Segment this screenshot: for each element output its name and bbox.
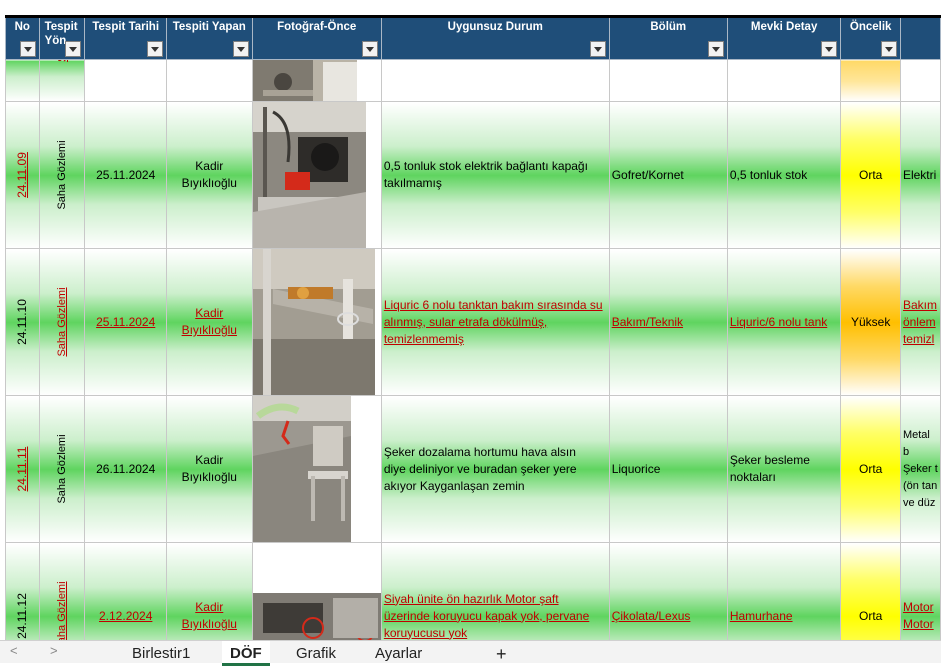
table-row: 24.11.09 Saha Gözlemi 25.11.2024 Kadir B… xyxy=(5,101,941,249)
filter-dropdown-icon[interactable] xyxy=(232,41,249,57)
cell-photo[interactable] xyxy=(251,542,382,640)
header-bolum[interactable]: Bölüm xyxy=(608,15,728,60)
header-next[interactable] xyxy=(899,15,941,60)
cell-next[interactable]: Metal b Şeker t (ön tan ve düz xyxy=(899,395,941,543)
cell-next[interactable]: Elektri xyxy=(899,101,941,249)
filter-dropdown-icon[interactable] xyxy=(589,41,606,57)
cell-durum[interactable] xyxy=(380,59,610,102)
cell-bolum[interactable] xyxy=(608,59,728,102)
cell-yapan[interactable]: Kadir Bıyıklıoğlu xyxy=(165,542,253,640)
cell-yapan[interactable]: Kadir Bıyıklıoğlu xyxy=(165,248,253,396)
cell-photo[interactable] xyxy=(251,101,382,249)
table-row: 24.11.12 Saha Gözlemi 2.12.2024 Kadir Bı… xyxy=(5,542,941,640)
prev-sheet-icon[interactable]: < xyxy=(10,643,18,658)
photo-thumbnail[interactable] xyxy=(253,249,375,395)
dof-table: No Tespit Yön Tespit Tarihi Tespiti Yapa… xyxy=(5,15,941,640)
cell-no[interactable] xyxy=(5,59,40,102)
cell-photo[interactable] xyxy=(251,59,382,102)
header-row: No Tespit Yön Tespit Tarihi Tespiti Yapa… xyxy=(5,15,941,60)
cell-no[interactable]: 24.11.10 xyxy=(5,248,40,396)
cell-yapan[interactable]: Kadir Bıyıklıoğlu xyxy=(165,101,253,249)
cell-bolum[interactable]: Liquorice xyxy=(608,395,728,543)
header-fotograf-once[interactable]: Fotoğraf-Önce xyxy=(251,15,382,60)
header-tespit-tarihi[interactable]: Tespit Tarihi xyxy=(84,15,167,60)
cell-bolum[interactable]: Bakım/Teknik xyxy=(608,248,728,396)
next-sheet-icon[interactable]: > xyxy=(50,643,58,658)
tab-birlestir1[interactable]: Birlestir1 xyxy=(132,641,190,663)
cell-durum[interactable]: Şeker dozalama hortumu hava alsın diye d… xyxy=(380,395,610,543)
photo-thumbnail[interactable] xyxy=(253,60,357,101)
filter-dropdown-icon[interactable] xyxy=(361,41,378,57)
header-uygunsuz-durum[interactable]: Uygunsuz Durum xyxy=(380,15,610,60)
cell-mevki[interactable]: Şeker besleme noktaları xyxy=(726,395,842,543)
cell-mevki[interactable]: Hamurhane xyxy=(726,542,842,640)
table-row-partial: S xyxy=(5,59,941,102)
photo-thumbnail[interactable] xyxy=(253,543,382,640)
cell-mevki[interactable] xyxy=(726,59,842,102)
cell-yontem[interactable]: S xyxy=(38,59,86,102)
cell-oncelik[interactable]: Orta xyxy=(840,542,901,640)
cell-mevki[interactable]: Liquric/6 nolu tank xyxy=(726,248,842,396)
cell-tarih[interactable]: 25.11.2024 xyxy=(84,101,167,249)
filter-dropdown-icon[interactable] xyxy=(146,41,163,57)
cell-photo[interactable] xyxy=(251,395,382,543)
cell-bolum[interactable]: Gofret/Kornet xyxy=(608,101,728,249)
table-row: 24.11.10 Saha Gözlemi 25.11.2024 Kadir B… xyxy=(5,248,941,396)
cell-tarih[interactable] xyxy=(84,59,167,102)
filter-dropdown-icon[interactable] xyxy=(880,41,897,57)
cell-no[interactable]: 24.11.09 xyxy=(5,101,40,249)
cell-oncelik[interactable] xyxy=(840,59,901,102)
filter-dropdown-icon[interactable] xyxy=(707,41,724,57)
header-tespit-yontem[interactable]: Tespit Yön xyxy=(38,15,86,60)
header-no[interactable]: No xyxy=(5,15,40,60)
cell-durum[interactable]: Liquric 6 nolu tanktan bakım sırasında s… xyxy=(380,248,610,396)
cell-photo[interactable] xyxy=(251,248,382,396)
cell-tarih[interactable]: 2.12.2024 xyxy=(84,542,167,640)
cell-mevki[interactable]: 0,5 tonluk stok xyxy=(726,101,842,249)
cell-yapan[interactable]: Kadir Bıyıklıoğlu xyxy=(165,395,253,543)
filter-dropdown-icon[interactable] xyxy=(19,41,36,57)
cell-next[interactable]: Motor Motor xyxy=(899,542,941,640)
photo-thumbnail[interactable] xyxy=(253,396,351,542)
tab-ayarlar[interactable]: Ayarlar xyxy=(375,641,422,663)
header-tespiti-yapan[interactable]: Tespiti Yapan xyxy=(165,15,253,60)
cell-next[interactable]: Bakım önlem temizl xyxy=(899,248,941,396)
cell-no[interactable]: 24.11.12 xyxy=(5,542,40,640)
cell-yontem[interactable]: Saha Gözlemi xyxy=(38,395,86,543)
cell-yapan[interactable] xyxy=(165,59,253,102)
cell-durum[interactable]: 0,5 tonluk stok elektrik bağlantı kapağı… xyxy=(380,101,610,249)
cell-oncelik[interactable]: Orta xyxy=(840,101,901,249)
filter-dropdown-icon[interactable] xyxy=(821,41,838,57)
cell-next[interactable] xyxy=(899,59,941,102)
add-sheet-icon[interactable]: + xyxy=(496,641,507,664)
spreadsheet-grid[interactable]: No Tespit Yön Tespit Tarihi Tespiti Yapa… xyxy=(0,0,941,640)
header-mevki-detay[interactable]: Mevki Detay xyxy=(726,15,842,60)
cell-yontem[interactable]: Saha Gözlemi xyxy=(38,101,86,249)
cell-yontem[interactable]: Saha Gözlemi xyxy=(38,248,86,396)
cell-no[interactable]: 24.11.11 xyxy=(5,395,40,543)
cell-yontem[interactable]: Saha Gözlemi xyxy=(38,542,86,640)
cell-bolum[interactable]: Çikolata/Lexus xyxy=(608,542,728,640)
tab-grafik[interactable]: Grafik xyxy=(296,641,336,663)
photo-thumbnail[interactable] xyxy=(253,102,366,248)
cell-durum[interactable]: Siyah ünite ön hazırlık Motor şaft üzeri… xyxy=(380,542,610,640)
cell-tarih[interactable]: 26.11.2024 xyxy=(84,395,167,543)
cell-oncelik[interactable]: Yüksek xyxy=(840,248,901,396)
tab-dof[interactable]: DÖF xyxy=(222,641,270,666)
cell-oncelik[interactable]: Orta xyxy=(840,395,901,543)
header-oncelik[interactable]: Öncelik xyxy=(840,15,901,60)
cell-tarih[interactable]: 25.11.2024 xyxy=(84,248,167,396)
table-row: 24.11.11 Saha Gözlemi 26.11.2024 Kadir B… xyxy=(5,395,941,543)
filter-dropdown-icon[interactable] xyxy=(65,41,82,57)
sheet-tab-bar: < > Birlestir1 DÖF Grafik Ayarlar + xyxy=(0,640,941,666)
